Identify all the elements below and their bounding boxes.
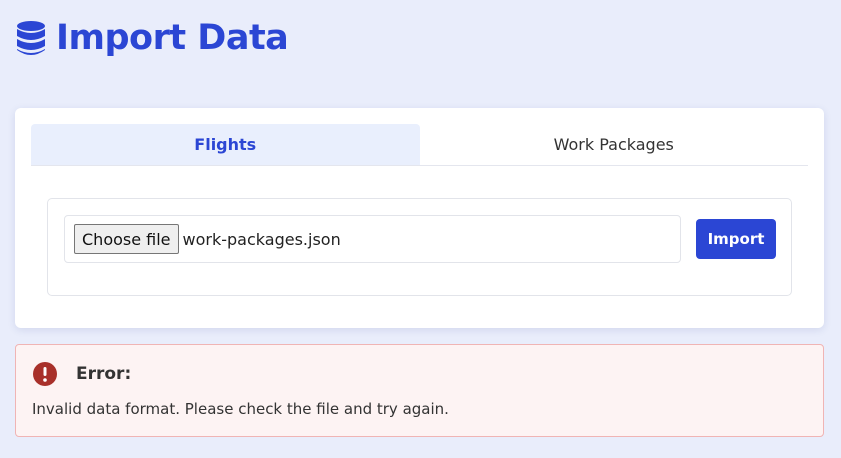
database-icon [17,21,45,55]
error-circle-icon [33,362,57,386]
error-message: Invalid data format. Please check the fi… [32,400,449,418]
tab-bar: Flights Work Packages [31,124,808,166]
error-alert-header: Error: [32,361,131,387]
page-header: Import Data [16,18,289,58]
file-input[interactable]: Choose file work-packages.json [64,215,681,263]
page-title: Import Data [56,18,289,58]
import-button[interactable]: Import [696,219,776,259]
page: Import Data Flights Work Packages Choose… [0,0,841,458]
tab-flights[interactable]: Flights [31,124,420,165]
selected-file-name: work-packages.json [182,229,341,249]
tab-work-packages[interactable]: Work Packages [420,124,809,165]
upload-panel: Choose file work-packages.json Import [47,198,792,296]
error-alert: Error: Invalid data format. Please check… [15,344,824,437]
error-title: Error: [76,364,132,384]
choose-file-button[interactable]: Choose file [74,224,179,254]
import-card: Flights Work Packages Choose file work-p… [15,108,824,328]
